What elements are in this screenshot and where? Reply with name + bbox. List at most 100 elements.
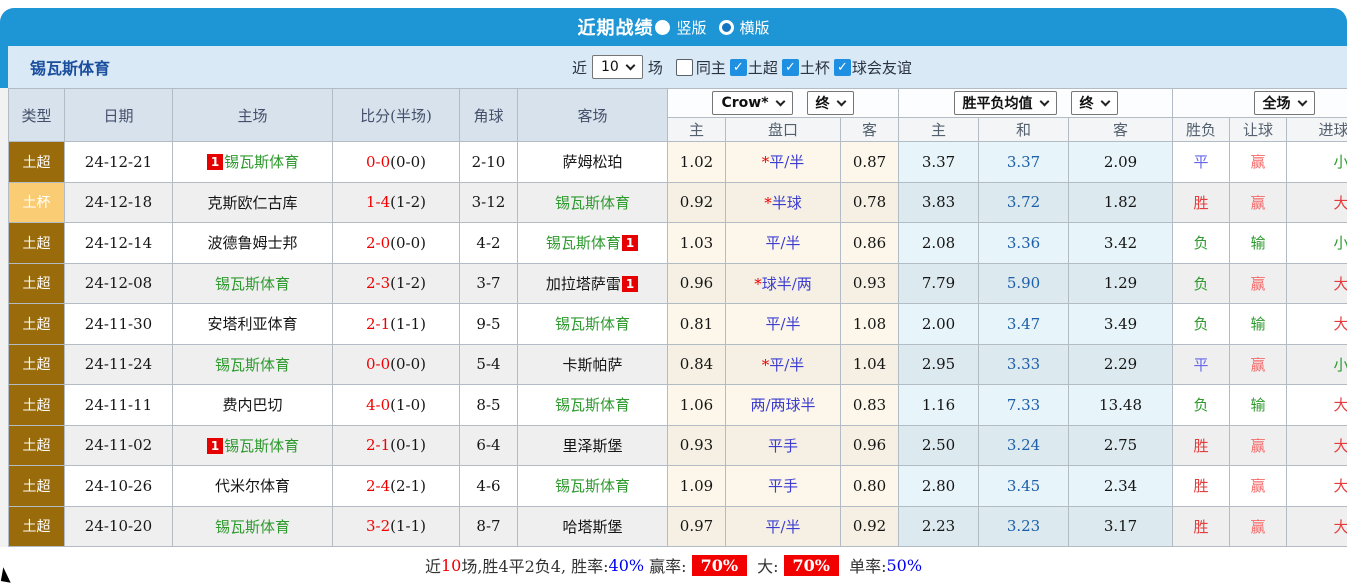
odds-time-select-2[interactable]: 终 (1071, 91, 1118, 115)
radio-vertical-label[interactable]: 竖版 (676, 17, 706, 38)
handicap-cell: 平/半 (726, 223, 841, 264)
halftime-score: (1-2) (390, 274, 426, 292)
handicap-cell: *平/半 (726, 142, 841, 183)
subheader-avg-away: 客 (1069, 118, 1173, 142)
outcome-cell: 负 (1173, 263, 1230, 304)
column-header-corners: 角球 (460, 89, 518, 142)
odds-home-cell: 0.97 (668, 506, 726, 547)
radio-horizontal-icon[interactable] (719, 20, 734, 35)
goals-result-cell: 大 (1287, 425, 1347, 466)
outcome-cell: 胜 (1173, 466, 1230, 507)
score-cell: 4-0(1-0) (333, 385, 460, 426)
away-team-cell: 锡瓦斯体育1 (518, 223, 668, 264)
corners-cell: 3-12 (460, 182, 518, 223)
team-name-heading: 锡瓦斯体育 (30, 55, 110, 79)
team-name: 费内巴切 (222, 396, 282, 414)
friendly-label[interactable]: 球会友谊 (852, 57, 912, 78)
filterbar: 锡瓦斯体育 近 10 场 同主 ✓ 土超 ✓ 土杯 ✓ 球会友谊 (8, 46, 1347, 88)
subheader-odds-away: 客 (841, 118, 899, 142)
score-cell: 2-1(1-1) (333, 304, 460, 345)
corners-cell: 6-4 (460, 425, 518, 466)
score-cell: 1-4(1-2) (333, 182, 460, 223)
super-league-label[interactable]: 土超 (748, 57, 778, 78)
halftime-score: (1-1) (390, 315, 426, 333)
average-odds-select[interactable]: 胜平负均值 (954, 91, 1057, 115)
corners-cell: 4-6 (460, 466, 518, 507)
handicap-result-cell: 赢 (1230, 182, 1287, 223)
home-team-cell: 锡瓦斯体育 (173, 344, 333, 385)
score-cell: 2-4(2-1) (333, 466, 460, 507)
corners-cell: 2-10 (460, 142, 518, 183)
super-league-checkbox[interactable]: ✓ (730, 59, 747, 76)
odds-time-select-2-value: 终 (1080, 93, 1094, 113)
avg-away-cell: 2.34 (1069, 466, 1173, 507)
team-name: 锡瓦斯体育 (555, 315, 630, 333)
odds-away-cell: 0.83 (841, 385, 899, 426)
cup-label[interactable]: 土杯 (800, 57, 830, 78)
handicap-text: 两/两球半 (750, 396, 815, 414)
subheader-handicap-result: 让球 (1230, 118, 1287, 142)
score-cell: 0-0(0-0) (333, 344, 460, 385)
handicap-text: 平手 (768, 437, 798, 455)
handicap-cell: 平手 (726, 425, 841, 466)
away-team-cell: 萨姆松珀 (518, 142, 668, 183)
type-cell: 土超 (9, 506, 65, 547)
away-team-cell: 里泽斯堡 (518, 425, 668, 466)
recent-count-select[interactable]: 10 (592, 55, 643, 79)
same-home-checkbox[interactable] (676, 59, 693, 76)
halftime-score: (0-1) (390, 436, 426, 454)
column-header-home: 主场 (173, 89, 333, 142)
handicap-result-cell: 赢 (1230, 263, 1287, 304)
odds-home-cell: 1.09 (668, 466, 726, 507)
bookmaker-select-value: Crow* (721, 95, 768, 111)
odds-away-cell: 0.96 (841, 425, 899, 466)
handicap-cell: 平手 (726, 466, 841, 507)
team-name: 哈塔斯堡 (562, 518, 622, 536)
odds-away-cell: 0.92 (841, 506, 899, 547)
odds-home-cell: 0.96 (668, 263, 726, 304)
handicap-result-cell: 赢 (1230, 466, 1287, 507)
odds-away-cell: 0.86 (841, 223, 899, 264)
fulltime-score: 4-0 (366, 396, 390, 414)
bookmaker-group-header: Crow* 终 (668, 89, 899, 118)
avg-away-cell: 2.09 (1069, 142, 1173, 183)
cup-checkbox[interactable]: ✓ (782, 59, 799, 76)
same-home-label[interactable]: 同主 (696, 57, 726, 78)
recent-label: 近 (572, 57, 587, 78)
team-name: 锡瓦斯体育 (555, 396, 630, 414)
handicap-cell: *半球 (726, 182, 841, 223)
recent-count-value: 10 (601, 59, 619, 75)
avg-draw-cell: 3.45 (979, 466, 1069, 507)
period-select[interactable]: 全场 (1254, 91, 1315, 115)
fulltime-score: 1-4 (366, 193, 390, 211)
corners-cell: 4-2 (460, 223, 518, 264)
date-cell: 24-11-24 (65, 344, 173, 385)
halftime-score: (0-0) (390, 234, 426, 252)
team-name: 锡瓦斯体育 (215, 518, 290, 536)
odds-home-cell: 1.06 (668, 385, 726, 426)
outcome-cell: 胜 (1173, 182, 1230, 223)
handicap-result-cell: 赢 (1230, 506, 1287, 547)
chevron-down-icon (775, 97, 785, 107)
handicap-cell: 两/两球半 (726, 385, 841, 426)
team-name: 锡瓦斯体育 (555, 477, 630, 495)
odds-time-select-1[interactable]: 终 (807, 91, 854, 115)
avg-home-cell: 7.79 (899, 263, 979, 304)
radio-vertical-selected-icon[interactable] (655, 20, 670, 35)
away-team-cell: 加拉塔萨雷1 (518, 263, 668, 304)
radio-horizontal-label[interactable]: 横版 (740, 17, 770, 38)
fulltime-score: 2-3 (366, 274, 390, 292)
column-header-score: 比分(半场) (333, 89, 460, 142)
handicap-text: 平/半 (769, 153, 804, 171)
friendly-checkbox[interactable]: ✓ (834, 59, 851, 76)
filter-controls: 近 10 场 同主 ✓ 土超 ✓ 土杯 ✓ 球会友谊 (567, 55, 914, 79)
handicap-text: 球半/两 (762, 275, 812, 293)
match-row: 土超24-10-26代米尔体育2-4(2-1)4-6锡瓦斯体育1.09平手0.8… (9, 466, 1347, 507)
bookmaker-select[interactable]: Crow* (712, 91, 792, 115)
star-marker: * (754, 275, 762, 293)
avg-draw-cell: 5.90 (979, 263, 1069, 304)
summary-segment: 近 (425, 553, 441, 577)
match-row: 土超24-12-08锡瓦斯体育2-3(1-2)3-7加拉塔萨雷10.96*球半/… (9, 263, 1347, 304)
fulltime-score: 3-2 (366, 517, 390, 535)
home-team-cell: 波德鲁姆士邦 (173, 223, 333, 264)
